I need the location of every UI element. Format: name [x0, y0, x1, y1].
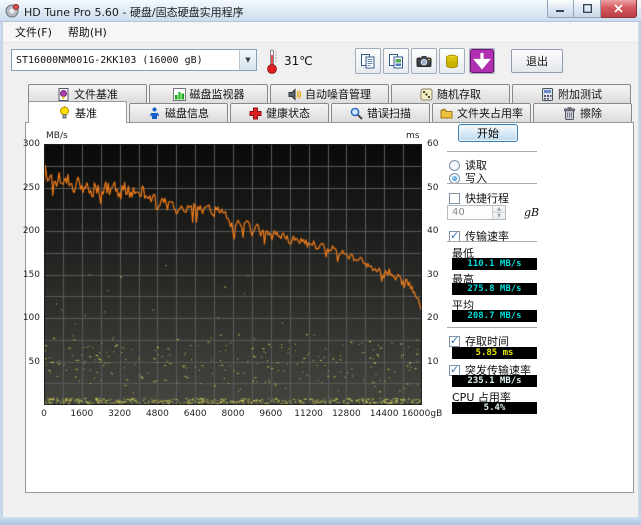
drive-select-value: ST16000NM001G-2KK103 (16000 gB) — [16, 54, 203, 66]
shortstroke-label: 快捷行程 — [465, 192, 509, 205]
info-icon — [148, 107, 161, 120]
shortstroke-stepper[interactable]: ▲ ▼ — [492, 206, 505, 219]
axis-tick-label: 1600 — [70, 409, 94, 419]
screenshot-button[interactable] — [411, 48, 437, 74]
shortstroke-checkbox[interactable] — [449, 192, 460, 204]
access-time-checkbox[interactable] — [449, 334, 460, 347]
tab-附加测试[interactable]: 附加测试 — [512, 84, 631, 103]
titlebar: HD Tune Pro 5.60 - 硬盘/固态硬盘实用程序 — [0, 0, 641, 22]
cpu-usage-value: 5.4% — [452, 402, 537, 414]
trash-icon — [563, 106, 576, 120]
app-icon — [5, 3, 20, 18]
access-time-value: 5.85 ms — [452, 347, 537, 359]
camera-icon — [416, 53, 432, 69]
red-cross-icon — [249, 107, 262, 120]
separator — [447, 183, 537, 184]
check-updates-button[interactable] — [469, 48, 495, 74]
menubar: 文件(F) 帮助(H) — [3, 22, 638, 43]
axis-tick-label: 9600 — [259, 409, 283, 419]
separator — [447, 327, 537, 328]
drive-select[interactable]: ST16000NM001G-2KK103 (16000 gB) ▼ — [11, 49, 257, 71]
axis-tick-label: 100 — [22, 313, 40, 323]
axis-tick-label: 0 — [41, 409, 47, 419]
tab-随机存取[interactable]: 随机存取 — [391, 84, 510, 103]
copy-text-button[interactable] — [355, 48, 381, 74]
save-results-button[interactable] — [439, 48, 465, 74]
maximize-button[interactable] — [574, 0, 601, 18]
shortstroke-unit-label: gB — [524, 206, 540, 219]
axis-tick-label: 8000 — [221, 409, 245, 419]
calc-icon — [541, 87, 554, 101]
axis-tick-label: MB/s — [46, 131, 68, 141]
axis-tick-label: 11200 — [294, 409, 323, 419]
max-value: 275.8 MB/s — [452, 283, 537, 295]
tab-基准[interactable]: 基准 — [28, 101, 127, 123]
monitor-bars-icon — [172, 87, 186, 101]
read-radio[interactable] — [449, 159, 460, 171]
bulb-icon — [58, 106, 71, 119]
tab-擦除[interactable]: 擦除 — [533, 103, 632, 122]
temperature-value: 31℃ — [284, 54, 313, 68]
exit-button[interactable]: 退出 — [511, 49, 563, 73]
axis-tick-label: 3200 — [108, 409, 132, 419]
window-title: HD Tune Pro 5.60 - 硬盘/固态硬盘实用程序 — [24, 6, 244, 19]
tab-健康状态[interactable]: 健康状态 — [230, 103, 329, 122]
thermometer-icon — [265, 47, 279, 75]
dice-icon — [420, 88, 433, 101]
minimize-button[interactable] — [547, 0, 574, 18]
copy-text-icon — [360, 53, 376, 69]
separator — [447, 151, 537, 152]
tab-错误扫描[interactable]: 错误扫描 — [331, 103, 430, 122]
hdtune-window: HD Tune Pro 5.60 - 硬盘/固态硬盘实用程序 文件(F) 帮助(… — [0, 0, 641, 525]
avg-value: 208.7 MB/s — [452, 310, 537, 322]
tab-磁盘监视器[interactable]: 磁盘监视器 — [149, 84, 268, 103]
start-button[interactable]: 开始 — [458, 124, 518, 142]
page-bulb-icon — [57, 87, 70, 101]
axis-tick-label: 300 — [22, 139, 40, 149]
folder-icon — [440, 107, 453, 120]
burst-rate-checkbox[interactable] — [449, 363, 460, 376]
axis-tick-label: 4800 — [145, 409, 169, 419]
window-controls — [547, 0, 637, 18]
axis-tick-label: 60 — [427, 139, 439, 149]
close-button[interactable] — [601, 0, 637, 18]
axis-tick-label: 50 — [28, 356, 40, 367]
tab-磁盘信息[interactable]: 磁盘信息 — [129, 103, 228, 122]
axis-tick-label: 12800 — [332, 409, 361, 419]
tab-自动噪音管理[interactable]: 自动噪音管理 — [270, 84, 389, 103]
copy-image-icon — [388, 53, 404, 69]
window-border-left — [0, 22, 3, 517]
axis-tick-label: 14400 — [369, 409, 399, 419]
speaker-icon — [288, 87, 301, 101]
min-value: 110.1 MB/s — [452, 258, 537, 270]
update-arrow-icon — [470, 49, 494, 73]
axis-tick-label: 200 — [22, 226, 40, 236]
save-icon — [444, 53, 460, 69]
chevron-down-icon[interactable]: ▼ — [239, 50, 256, 70]
axis-tick-label: 250 — [22, 182, 40, 193]
menu-help[interactable]: 帮助(H) — [60, 21, 115, 43]
menu-file[interactable]: 文件(F) — [7, 21, 60, 43]
burst-rate-value: 235.1 MB/s — [452, 375, 537, 387]
magnifier-icon — [350, 107, 363, 120]
copy-image-button[interactable] — [383, 48, 409, 74]
shortstroke-size-value: 40 — [452, 207, 465, 218]
shortstroke-size-input[interactable]: 40 ▲ ▼ — [447, 205, 506, 220]
benchmark-chart — [44, 144, 422, 405]
axis-tick-label: ms — [406, 131, 420, 141]
window-border-bottom — [0, 517, 641, 525]
axis-tick-label: 16000gB — [401, 409, 443, 419]
toolbar: ST16000NM001G-2KK103 (16000 gB) ▼ 31℃ 退出 — [3, 43, 638, 84]
separator — [447, 241, 537, 242]
axis-tick-label: 6400 — [183, 409, 207, 419]
tab-文件夹占用率[interactable]: 文件夹占用率 — [432, 103, 531, 122]
shortstroke-row: 快捷行程 — [449, 190, 509, 206]
write-radio[interactable] — [449, 172, 460, 184]
axis-tick-label: 150 — [22, 269, 40, 280]
transfer-rate-checkbox[interactable] — [449, 229, 460, 242]
